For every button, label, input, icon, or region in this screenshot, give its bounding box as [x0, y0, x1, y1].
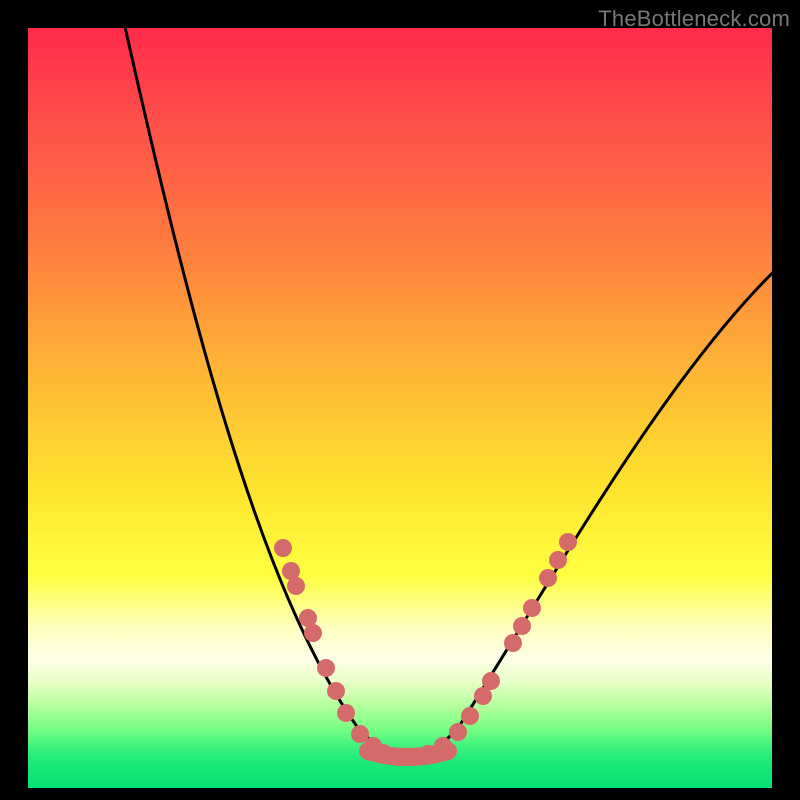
marker-dot: [559, 533, 577, 551]
marker-group: [274, 533, 577, 766]
marker-dot: [461, 707, 479, 725]
plot-area: [28, 28, 772, 788]
chart-frame: TheBottleneck.com: [0, 0, 800, 800]
watermark-text: TheBottleneck.com: [598, 6, 790, 32]
marker-dot: [504, 634, 522, 652]
marker-dot: [549, 551, 567, 569]
bottleneck-curve: [123, 28, 772, 754]
marker-dot: [327, 682, 345, 700]
marker-dot: [317, 659, 335, 677]
marker-dot: [513, 617, 531, 635]
chart-svg: [28, 28, 772, 788]
marker-dot: [449, 723, 467, 741]
marker-dot: [304, 624, 322, 642]
marker-dot: [287, 577, 305, 595]
marker-dot: [434, 737, 452, 755]
marker-dot: [274, 539, 292, 557]
marker-dot: [482, 672, 500, 690]
marker-dot: [539, 569, 557, 587]
marker-dot: [523, 599, 541, 617]
marker-dot: [337, 704, 355, 722]
marker-dot: [404, 748, 422, 766]
